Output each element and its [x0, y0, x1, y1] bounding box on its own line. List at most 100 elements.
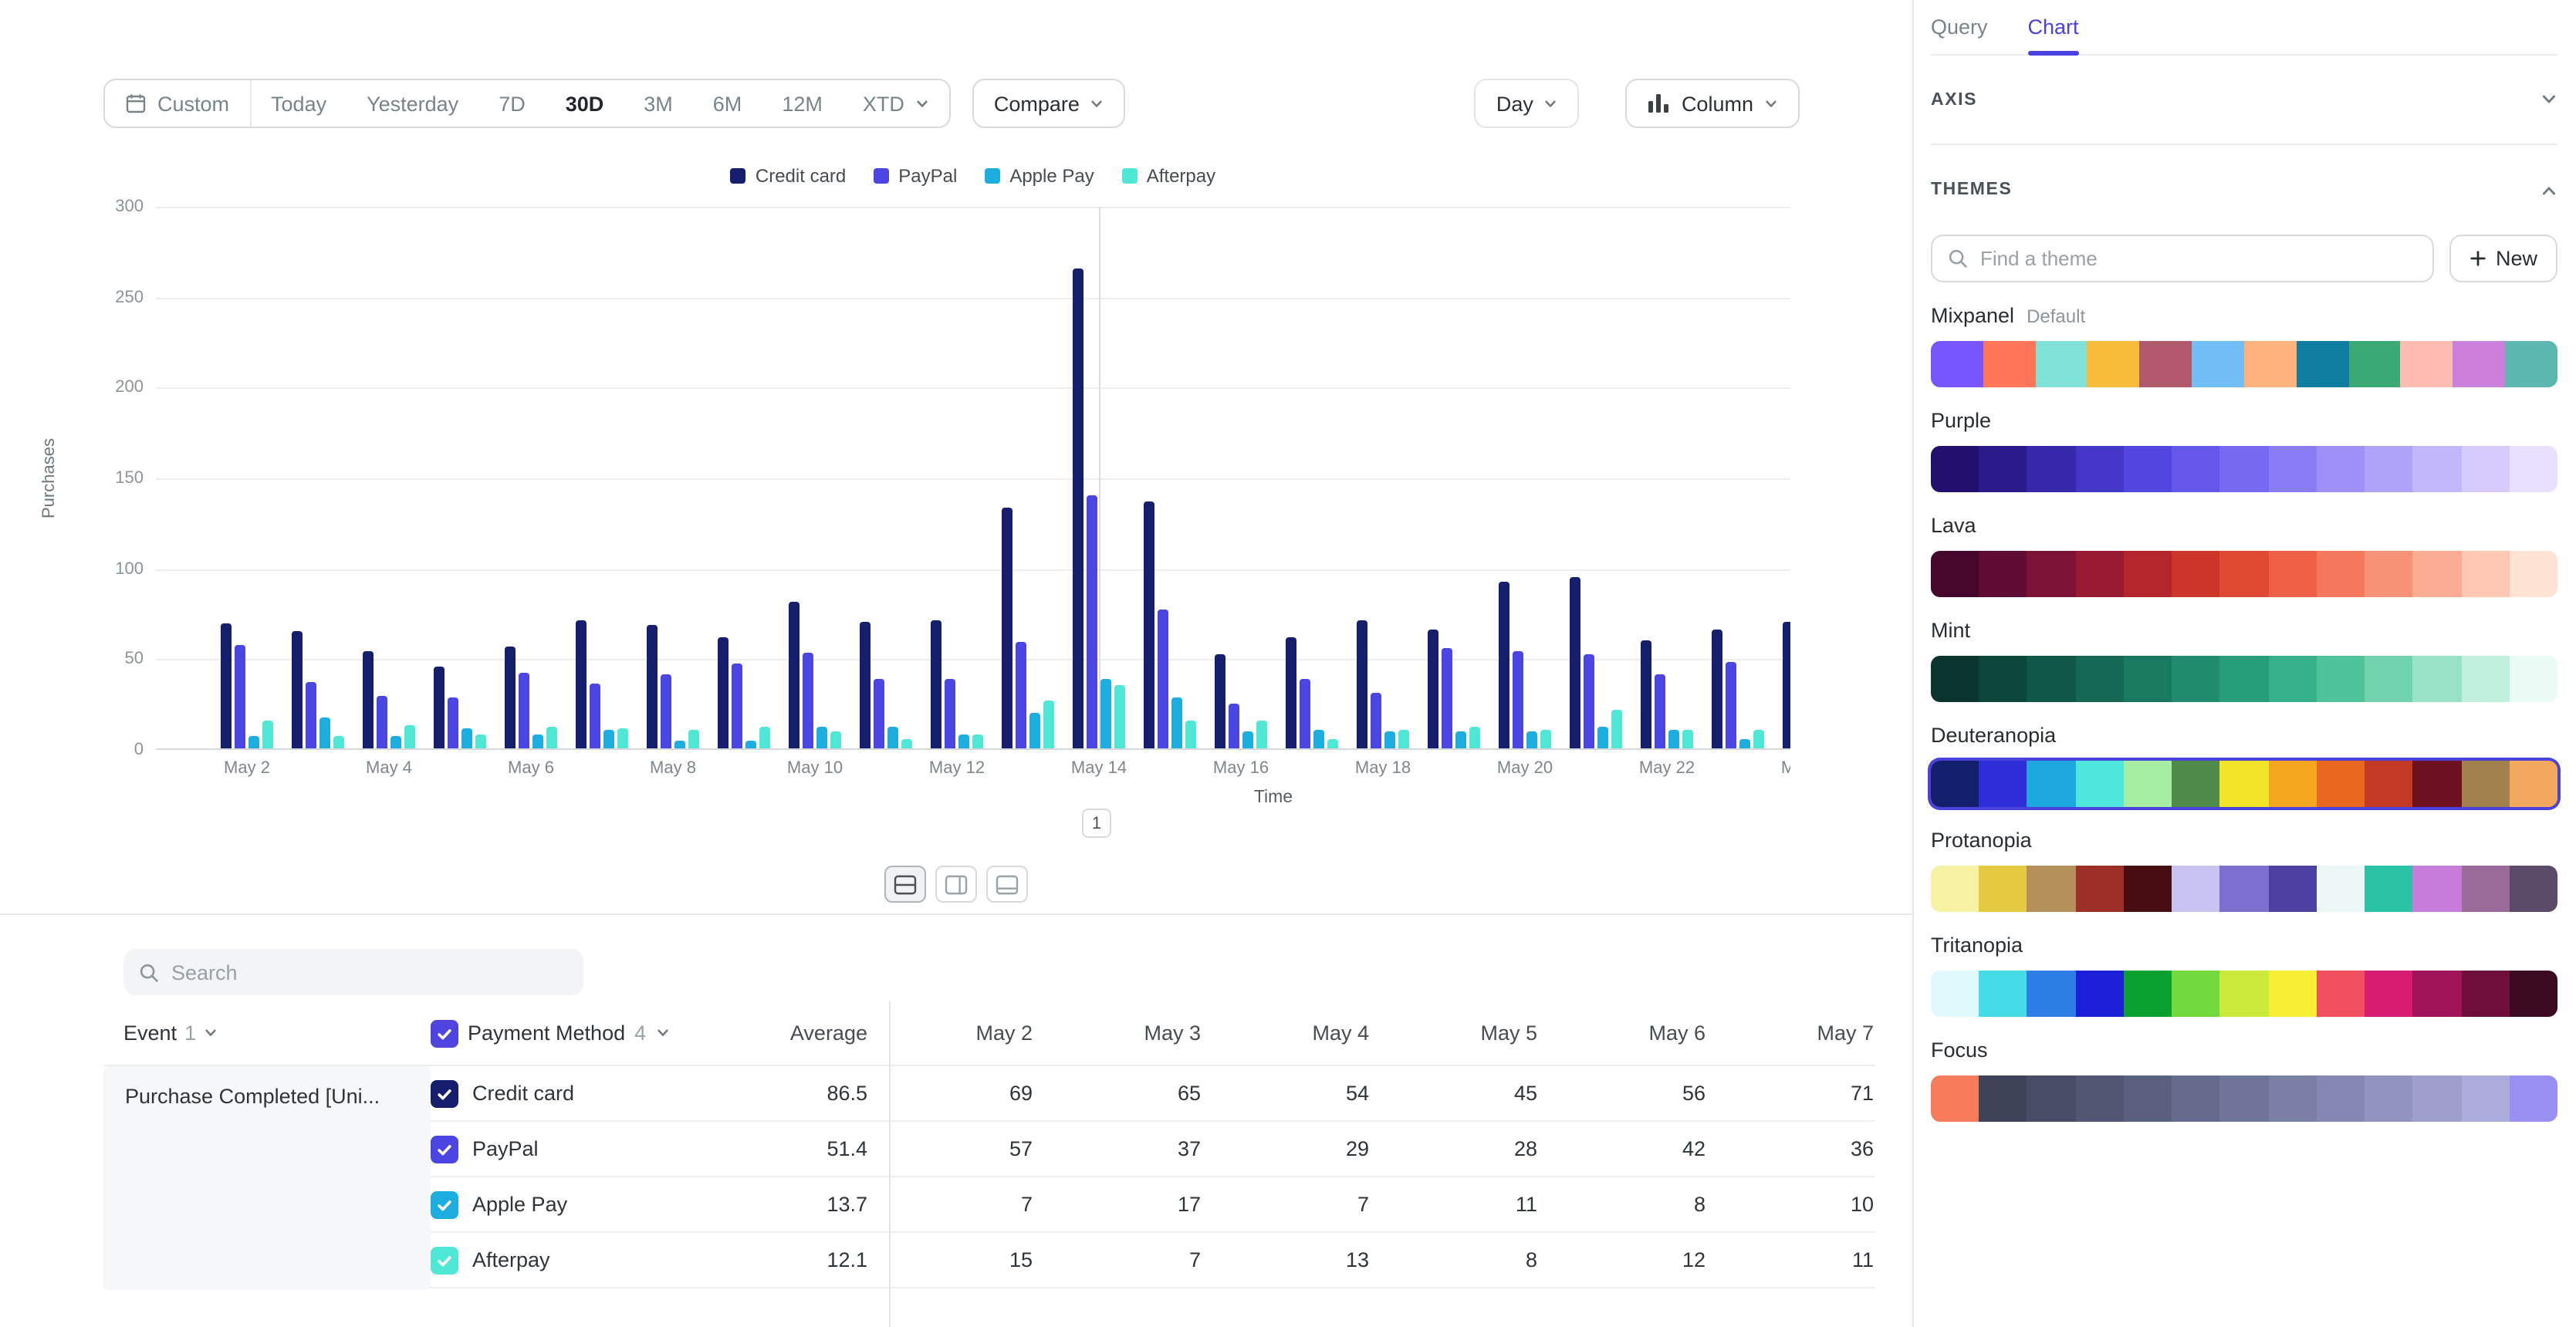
bar-credit-card[interactable]	[789, 602, 800, 748]
checkbox-afterpay[interactable]	[431, 1246, 458, 1274]
bar-credit-card[interactable]	[647, 625, 658, 748]
bar-paypal[interactable]	[235, 645, 245, 748]
pagination-page-button[interactable]: 1	[1082, 809, 1111, 838]
bar-afterpay[interactable]	[617, 728, 628, 748]
split-rows-layout-toggle[interactable]	[884, 866, 926, 903]
bar-credit-card[interactable]	[292, 631, 303, 748]
bar-afterpay[interactable]	[1540, 730, 1551, 748]
bar-credit-card[interactable]	[434, 667, 445, 748]
bar-credit-card[interactable]	[1712, 630, 1722, 748]
bar-apple-pay[interactable]	[1597, 727, 1608, 748]
bar-credit-card[interactable]	[1641, 640, 1651, 748]
bar-paypal[interactable]	[945, 679, 955, 748]
bar-apple-pay[interactable]	[958, 734, 969, 748]
bar-paypal[interactable]	[1229, 704, 1239, 748]
compare-button[interactable]: Compare	[972, 79, 1126, 128]
bar-paypal[interactable]	[1158, 609, 1168, 748]
bar-apple-pay[interactable]	[1384, 731, 1395, 748]
select-all-checkbox[interactable]	[431, 1019, 458, 1047]
bar-credit-card[interactable]	[860, 622, 870, 748]
bar-afterpay[interactable]	[759, 727, 770, 748]
bar-afterpay[interactable]	[404, 725, 415, 748]
bar-apple-pay[interactable]	[1455, 731, 1466, 748]
theme-swatch[interactable]	[1931, 761, 2557, 807]
theme-swatch[interactable]	[1931, 1075, 2557, 1122]
bar-credit-card[interactable]	[1144, 501, 1154, 748]
range-yesterday[interactable]: Yesterday	[347, 80, 478, 127]
tab-query[interactable]: Query	[1931, 0, 1988, 54]
range-today[interactable]: Today	[251, 80, 347, 127]
bar-apple-pay[interactable]	[1100, 679, 1111, 748]
bar-paypal[interactable]	[1655, 674, 1665, 748]
bar-afterpay[interactable]	[546, 727, 557, 748]
bar-afterpay[interactable]	[1114, 685, 1125, 748]
bar-apple-pay[interactable]	[1739, 739, 1750, 748]
theme-swatch[interactable]	[1931, 341, 2557, 387]
theme-swatch[interactable]	[1931, 866, 2557, 912]
bar-afterpay[interactable]	[901, 739, 912, 748]
bar-afterpay[interactable]	[1185, 721, 1196, 748]
legend-item-credit-card[interactable]: Credit card	[731, 165, 846, 187]
bar-apple-pay[interactable]	[390, 736, 401, 748]
bar-paypal[interactable]	[448, 697, 458, 748]
theme-swatch[interactable]	[1931, 551, 2557, 597]
chart-type-select[interactable]: Column	[1626, 79, 1800, 128]
bar-apple-pay[interactable]	[1171, 697, 1182, 748]
bar-apple-pay[interactable]	[816, 727, 827, 748]
bar-afterpay[interactable]	[1753, 730, 1764, 748]
split-columns-layout-toggle[interactable]	[935, 866, 977, 903]
bar-paypal[interactable]	[1016, 642, 1026, 748]
checkbox-credit-card[interactable]	[431, 1079, 458, 1107]
bar-paypal[interactable]	[306, 682, 316, 748]
bar-afterpay[interactable]	[1611, 710, 1622, 748]
bar-paypal[interactable]	[1371, 693, 1381, 748]
bar-apple-pay[interactable]	[532, 734, 543, 748]
bar-afterpay[interactable]	[475, 734, 486, 748]
bar-paypal[interactable]	[590, 684, 600, 748]
bar-afterpay[interactable]	[1043, 701, 1054, 748]
bar-afterpay[interactable]	[830, 731, 841, 748]
bar-credit-card[interactable]	[1286, 637, 1296, 748]
bar-apple-pay[interactable]	[248, 736, 259, 748]
bar-paypal[interactable]	[874, 679, 884, 748]
bar-apple-pay[interactable]	[745, 741, 756, 748]
interval-select[interactable]: Day	[1475, 79, 1580, 128]
range-6m[interactable]: 6M	[693, 80, 762, 127]
bar-credit-card[interactable]	[1002, 508, 1012, 748]
date-column-header[interactable]: May 4	[1201, 1021, 1369, 1045]
bar-afterpay[interactable]	[1398, 730, 1409, 748]
event-cell[interactable]: Purchase Completed [Uni...	[103, 1066, 431, 1290]
range-custom[interactable]: Custom	[105, 80, 251, 127]
bar-credit-card[interactable]	[1357, 620, 1367, 748]
bar-apple-pay[interactable]	[603, 730, 614, 748]
bar-credit-card[interactable]	[1428, 630, 1438, 748]
checkbox-apple-pay[interactable]	[431, 1190, 458, 1218]
date-column-header[interactable]: May 6	[1537, 1021, 1706, 1045]
checkbox-paypal[interactable]	[431, 1135, 458, 1163]
bar-paypal[interactable]	[661, 674, 671, 748]
bar-apple-pay[interactable]	[887, 727, 898, 748]
themes-section-header[interactable]: THEMES	[1931, 145, 2557, 235]
bar-paypal[interactable]	[519, 673, 529, 748]
bar-apple-pay[interactable]	[319, 718, 330, 748]
bar-afterpay[interactable]	[1469, 727, 1480, 748]
bar-credit-card[interactable]	[363, 651, 374, 748]
range-7d[interactable]: 7D	[478, 80, 546, 127]
date-column-header[interactable]: May 3	[1033, 1021, 1201, 1045]
bar-credit-card[interactable]	[1570, 577, 1580, 748]
bar-credit-card[interactable]	[221, 623, 232, 748]
average-column-header[interactable]: Average	[678, 1021, 867, 1045]
bar-afterpay[interactable]	[1256, 721, 1267, 748]
range-xtd[interactable]: XTD	[843, 80, 949, 127]
range-30d[interactable]: 30D	[546, 80, 624, 127]
legend-item-paypal[interactable]: PayPal	[874, 165, 957, 187]
axis-section-header[interactable]: AXIS	[1931, 56, 2557, 145]
bar-afterpay[interactable]	[1327, 739, 1338, 748]
date-column-header[interactable]: May 5	[1369, 1021, 1537, 1045]
bar-paypal[interactable]	[1584, 654, 1594, 748]
bar-paypal[interactable]	[1087, 495, 1097, 748]
range-3m[interactable]: 3M	[624, 80, 693, 127]
legend-item-afterpay[interactable]: Afterpay	[1122, 165, 1215, 187]
bar-paypal[interactable]	[803, 653, 813, 748]
theme-search-input[interactable]	[1980, 247, 2417, 270]
